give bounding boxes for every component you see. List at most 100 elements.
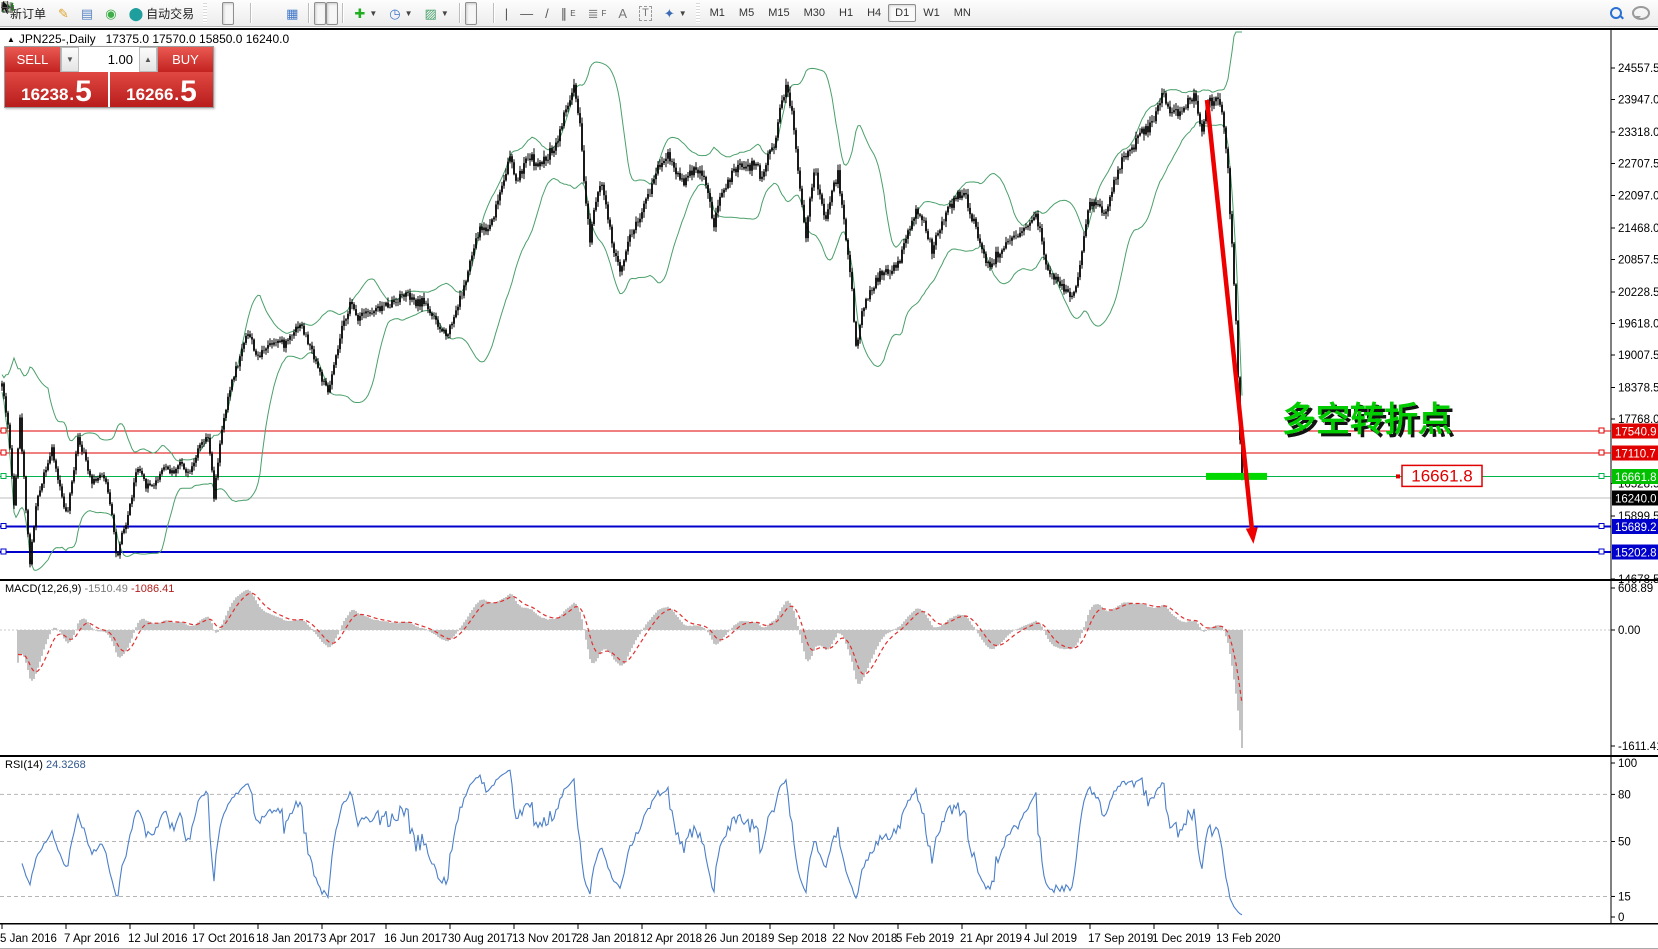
volume-spinner: ▼ 1.00 ▲ <box>60 47 158 72</box>
rsi-label: RSI(14) 24.3268 <box>5 759 86 771</box>
timeframe-m30[interactable]: M30 <box>797 4 832 22</box>
sell-price[interactable]: 16238.5 <box>5 72 108 107</box>
text-label-tool[interactable]: T <box>633 2 658 25</box>
toolbar-divider <box>0 28 1658 30</box>
macd-label: MACD(12,26,9) -1510.49 -1086.41 <box>5 583 174 595</box>
horizontal-line-tool[interactable]: — <box>514 2 539 25</box>
timeframe-mn[interactable]: MN <box>947 4 978 22</box>
search-icon[interactable] <box>1610 7 1622 19</box>
svg-text:13 Nov 2017: 13 Nov 2017 <box>512 933 577 945</box>
trendline-tool[interactable]: / <box>539 2 555 25</box>
timeframe-d1[interactable]: D1 <box>888 4 916 22</box>
svg-text:608.89: 608.89 <box>1618 583 1653 595</box>
arrows-tool[interactable]: ✦▼ <box>658 2 693 25</box>
svg-text:17 Oct 2016: 17 Oct 2016 <box>192 933 255 945</box>
auto-trading-button[interactable]: ⬤ 自动交易 <box>123 2 201 25</box>
zoom-in-button[interactable] <box>256 2 268 25</box>
templates-button[interactable]: ▨▼ <box>419 2 455 25</box>
svg-text:7 Apr 2016: 7 Apr 2016 <box>64 933 120 945</box>
timeframe-h1[interactable]: H1 <box>832 4 860 22</box>
svg-text:17 Sep 2019: 17 Sep 2019 <box>1088 933 1153 945</box>
svg-text:21468.0: 21468.0 <box>1618 223 1658 235</box>
svg-text:23947.0: 23947.0 <box>1618 95 1658 107</box>
buy-price[interactable]: 16266.5 <box>110 72 213 107</box>
equidistant-channel-tool[interactable]: ∥E <box>555 2 582 25</box>
highlight-bar-annotation[interactable] <box>1206 473 1267 480</box>
chart-collapse-arrow[interactable]: ▲ <box>7 35 15 44</box>
svg-text:16 Jun 2017: 16 Jun 2017 <box>384 933 447 945</box>
svg-text:16661.8: 16661.8 <box>1615 472 1657 484</box>
svg-text:20857.5: 20857.5 <box>1618 255 1658 267</box>
timeframe-h4[interactable]: H4 <box>860 4 888 22</box>
svg-text:30 Aug 2017: 30 Aug 2017 <box>448 933 513 945</box>
chart-shift-button[interactable] <box>326 2 338 25</box>
macd-main-value: -1510.49 <box>84 583 127 595</box>
tile-windows-button[interactable]: ▦ <box>280 2 304 25</box>
svg-text:15689.2: 15689.2 <box>1615 522 1657 534</box>
timeframe-m15[interactable]: M15 <box>761 4 796 22</box>
svg-text:5 Jan 2016: 5 Jan 2016 <box>0 933 57 945</box>
signal-icon[interactable]: ◉ <box>99 2 122 25</box>
svg-text:21 Apr 2019: 21 Apr 2019 <box>960 933 1022 945</box>
text-tool[interactable]: A <box>612 2 633 25</box>
crosshair-tool-button[interactable] <box>477 2 489 25</box>
chat-icon[interactable] <box>1632 6 1650 20</box>
candlestick-mode-button[interactable] <box>222 2 234 25</box>
arrows-icon: ✦ <box>664 7 675 20</box>
svg-text:100: 100 <box>1618 758 1637 770</box>
toolbar-grip <box>203 3 207 23</box>
volume-value[interactable]: 1.00 <box>79 47 139 72</box>
svg-text:22707.5: 22707.5 <box>1618 159 1658 171</box>
axis-price-label: 16661.8 <box>1612 469 1658 484</box>
svg-text:12 Jul 2016: 12 Jul 2016 <box>128 933 187 945</box>
svg-text:12 Apr 2018: 12 Apr 2018 <box>640 933 702 945</box>
svg-text:50: 50 <box>1618 837 1631 849</box>
axis-price-label: 17110.7 <box>1612 446 1658 461</box>
add-indicator-icon: ✚ <box>354 7 365 20</box>
buy-button[interactable]: BUY <box>158 47 213 72</box>
svg-text:24557.5: 24557.5 <box>1618 63 1658 75</box>
add-indicator-button[interactable]: ✚▼ <box>348 2 383 25</box>
periods-button[interactable]: ◷▼ <box>383 2 418 25</box>
tile-windows-icon: ▦ <box>286 7 298 20</box>
timeframe-m5[interactable]: M5 <box>732 4 761 22</box>
bar-chart-mode-button[interactable] <box>210 2 222 25</box>
timeframe-m1[interactable]: M1 <box>703 4 732 22</box>
toolbar-separator <box>342 3 344 23</box>
ohlc-values: 17375.0 17570.0 15850.0 16240.0 <box>106 32 290 46</box>
chart-canvas[interactable]: 多空转折点多空转折点 16661.824557.523947.023318.02… <box>0 0 1658 949</box>
svg-text:5 Feb 2019: 5 Feb 2019 <box>896 933 954 945</box>
svg-text:4 Jul 2019: 4 Jul 2019 <box>1024 933 1077 945</box>
print-preview-icon[interactable]: ▤ <box>75 2 99 25</box>
svg-text:22097.0: 22097.0 <box>1618 191 1658 203</box>
cursor-tool-button[interactable] <box>465 2 477 25</box>
fibonacci-tool[interactable]: ≣F <box>582 2 613 25</box>
volume-decrease-button[interactable]: ▼ <box>61 47 79 72</box>
toolbar-separator <box>459 3 461 23</box>
highlighter-icon[interactable]: ✎ <box>52 2 75 25</box>
price-callout-box[interactable]: 16661.8 <box>1396 465 1482 486</box>
timeframe-w1[interactable]: W1 <box>916 4 947 22</box>
svg-text:26 Jun 2018: 26 Jun 2018 <box>704 933 767 945</box>
symbol-period-label: JPN225-,Daily <box>19 32 96 46</box>
svg-text:9 Sep 2018: 9 Sep 2018 <box>768 933 827 945</box>
crosshair-icon <box>0 0 15 15</box>
sell-button[interactable]: SELL <box>5 47 60 72</box>
vertical-line-tool[interactable]: | <box>499 2 514 25</box>
svg-text:23318.0: 23318.0 <box>1618 127 1658 139</box>
axis-price-label: 15202.8 <box>1612 545 1658 560</box>
macd-signal-value: -1086.41 <box>131 583 174 595</box>
svg-text:0.00: 0.00 <box>1618 625 1640 637</box>
svg-text:22 Nov 2018: 22 Nov 2018 <box>832 933 897 945</box>
one-click-trading-panel: SELL ▼ 1.00 ▲ BUY 16238.5 16266.5 <box>4 46 214 108</box>
svg-text:18378.5: 18378.5 <box>1618 383 1658 395</box>
turning-point-annotation[interactable]: 多空转折点 <box>1282 401 1452 439</box>
zoom-out-button[interactable] <box>268 2 280 25</box>
svg-text:0: 0 <box>1618 912 1624 924</box>
timeframe-group: M1M5M15M30H1H4D1W1MN <box>703 4 978 22</box>
volume-increase-button[interactable]: ▲ <box>139 47 157 72</box>
svg-text:17110.7: 17110.7 <box>1615 449 1656 461</box>
auto-scroll-button[interactable] <box>314 2 326 25</box>
chart-title: ▲ JPN225-,Daily 17375.0 17570.0 15850.0 16… <box>7 32 289 46</box>
line-chart-mode-button[interactable] <box>234 2 246 25</box>
